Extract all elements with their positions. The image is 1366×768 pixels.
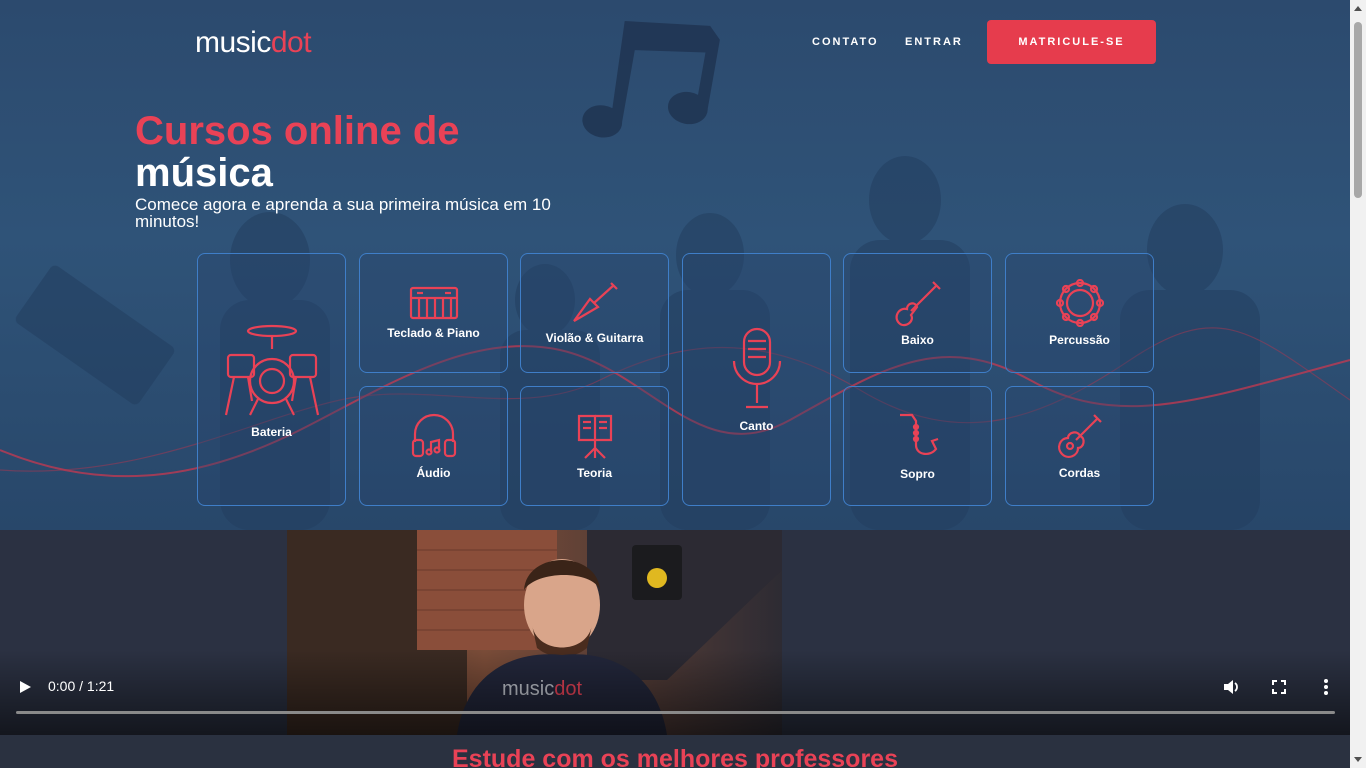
course-card-teclado-piano[interactable]: Teclado & Piano bbox=[359, 253, 508, 373]
course-card-sopro[interactable]: Sopro bbox=[843, 386, 992, 506]
course-card-audio[interactable]: Áudio bbox=[359, 386, 508, 506]
course-label: Cordas bbox=[1058, 466, 1101, 480]
scroll-down-arrow-icon[interactable] bbox=[1354, 757, 1362, 762]
saxophone-icon bbox=[899, 413, 938, 455]
keyboard-icon bbox=[409, 286, 458, 320]
top-navigation: musicdot CONTATO ENTRAR MATRICULE-SE bbox=[0, 0, 1350, 85]
ukulele-icon bbox=[1057, 414, 1102, 458]
nav-link-entrar[interactable]: ENTRAR bbox=[905, 36, 963, 48]
course-card-bateria[interactable]: Bateria bbox=[197, 253, 346, 506]
course-card-canto[interactable]: Canto bbox=[682, 253, 831, 506]
hero-section: musicdot CONTATO ENTRAR MATRICULE-SE Cur… bbox=[0, 0, 1350, 530]
course-label: Teclado & Piano bbox=[387, 326, 480, 340]
fullscreen-icon[interactable] bbox=[1272, 680, 1286, 694]
tambourine-icon bbox=[1055, 279, 1104, 327]
course-card-percussao[interactable]: Percussão bbox=[1005, 253, 1154, 373]
page-title: Cursos online de música bbox=[135, 110, 460, 194]
title-line-2: música bbox=[135, 151, 273, 195]
headphones-icon bbox=[411, 413, 456, 458]
page: musicdot CONTATO ENTRAR MATRICULE-SE Cur… bbox=[0, 0, 1366, 768]
logo-accent: dot bbox=[270, 26, 312, 59]
musicdot-logo[interactable]: musicdot bbox=[195, 26, 312, 60]
logo-text: music bbox=[195, 26, 271, 59]
course-label: Bateria bbox=[251, 424, 292, 439]
course-label: Canto bbox=[739, 418, 774, 433]
course-label: Percussão bbox=[1049, 333, 1110, 347]
title-line-1: Cursos online de bbox=[135, 109, 460, 153]
matricule-se-button[interactable]: MATRICULE-SE bbox=[987, 20, 1156, 64]
video-progress-bar[interactable] bbox=[16, 711, 1335, 714]
course-label: Sopro bbox=[900, 467, 935, 481]
course-card-teoria[interactable]: Teoria bbox=[520, 386, 669, 506]
page-scrollbar[interactable] bbox=[1350, 0, 1366, 768]
scroll-up-arrow-icon[interactable] bbox=[1354, 6, 1362, 11]
section-title: Estude com os melhores professores bbox=[452, 745, 898, 768]
course-card-cordas[interactable]: Cordas bbox=[1005, 386, 1154, 506]
hero-subtitle: Comece agora e aprenda a sua primeira mú… bbox=[135, 195, 551, 231]
course-card-violao-guitarra[interactable]: Violão & Guitarra bbox=[520, 253, 669, 373]
scrollbar-thumb[interactable] bbox=[1354, 22, 1362, 198]
course-label: Áudio bbox=[416, 466, 451, 480]
course-label: Teoria bbox=[576, 466, 613, 480]
volume-icon[interactable] bbox=[1222, 678, 1240, 696]
play-icon[interactable] bbox=[18, 680, 32, 694]
course-card-baixo[interactable]: Baixo bbox=[843, 253, 992, 373]
more-options-icon[interactable] bbox=[1323, 678, 1329, 696]
drum-kit-icon bbox=[224, 324, 319, 415]
electric-guitar-icon bbox=[572, 282, 618, 322]
video-time: 0:00 / 1:21 bbox=[48, 678, 115, 694]
music-stand-icon bbox=[577, 414, 612, 459]
nav-link-contato[interactable]: CONTATO bbox=[812, 36, 879, 48]
course-label: Baixo bbox=[901, 333, 934, 347]
course-label: Violão & Guitarra bbox=[545, 331, 644, 345]
video-player[interactable]: musicdot 0:00 / 1:21 bbox=[0, 530, 1350, 735]
controls-gradient bbox=[0, 650, 1350, 735]
bass-guitar-icon bbox=[894, 281, 941, 327]
microphone-icon bbox=[732, 327, 781, 408]
